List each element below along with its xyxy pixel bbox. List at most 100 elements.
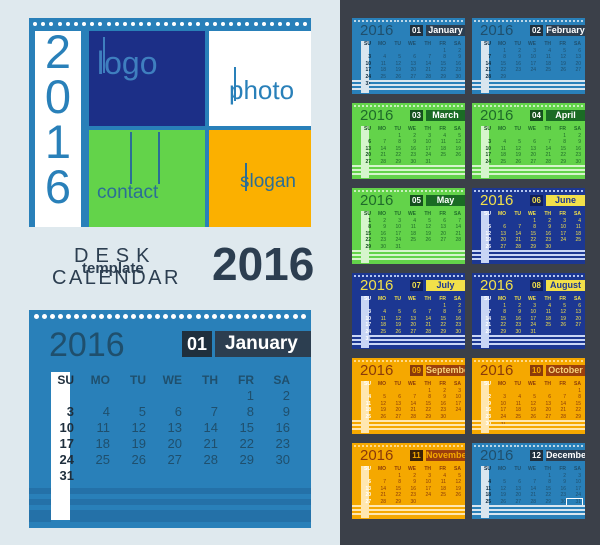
month-day-cell[interactable]: 2 — [402, 133, 417, 140]
month-day-cell[interactable]: 20 — [387, 407, 402, 414]
month-day-cell[interactable]: 26 — [552, 322, 567, 329]
month-day-cell[interactable]: 12 — [372, 401, 387, 408]
month-day-cell[interactable]: 9 — [552, 479, 567, 486]
month-day-cell[interactable]: 7 — [372, 479, 387, 486]
month-day-cell[interactable]: 2 — [567, 133, 582, 140]
month-day-cell[interactable]: 18 — [372, 67, 387, 74]
month-card-june[interactable]: 2016 06 June SU MO TU WE TH FR SA 1 2 3 4 5 6 7 8 9 10 11 12 1… — [472, 188, 585, 264]
month-day-cell[interactable]: 12 — [477, 231, 492, 238]
month-day-cell[interactable]: 26 — [447, 492, 462, 499]
month-day-cell[interactable]: 13 — [537, 401, 552, 408]
month-day-cell[interactable]: 18 — [477, 492, 492, 499]
month-day-cell[interactable]: 13 — [402, 316, 417, 323]
month-day-cell[interactable]: 14 — [552, 401, 567, 408]
month-day-cell[interactable]: 5 — [387, 54, 402, 61]
month-day-cell[interactable]: 7 — [477, 54, 492, 61]
month-day-cell[interactable]: 9 — [372, 224, 387, 231]
month-day-cell[interactable]: 18 — [372, 322, 387, 329]
month-day-cell[interactable]: 14 — [447, 224, 462, 231]
month-day-cell[interactable]: 8 — [417, 394, 432, 401]
month-day-cell[interactable]: 23 — [537, 237, 552, 244]
month-day-cell[interactable]: 20 — [402, 67, 417, 74]
month-day-cell[interactable]: 7 — [552, 394, 567, 401]
month-card-february[interactable]: 2016 02 February SU MO TU WE TH FR SA 1 2 3 4 5 6 7 8 9 10 1… — [472, 18, 585, 94]
month-day-cell[interactable]: 2 — [402, 473, 417, 480]
featured-day-cell[interactable]: 2 — [257, 388, 293, 404]
month-day-cell[interactable]: 16 — [477, 407, 492, 414]
month-day-cell[interactable]: 1 — [492, 48, 507, 55]
month-day-cell[interactable]: 5 — [552, 48, 567, 55]
month-day-cell[interactable]: 21 — [372, 152, 387, 159]
month-day-cell[interactable]: 4 — [537, 48, 552, 55]
month-day-cell[interactable]: 1 — [567, 388, 582, 395]
month-day-cell[interactable]: 6 — [507, 479, 522, 486]
month-day-cell[interactable]: 7 — [402, 394, 417, 401]
month-day-cell[interactable]: 6 — [402, 309, 417, 316]
month-day-cell[interactable]: 6 — [402, 54, 417, 61]
month-day-cell[interactable]: 27 — [567, 67, 582, 74]
featured-day-cell[interactable]: 26 — [113, 452, 149, 468]
month-day-cell[interactable]: 11 — [372, 61, 387, 68]
month-day-cell[interactable]: 4 — [372, 309, 387, 316]
month-day-cell[interactable]: 15 — [387, 146, 402, 153]
month-card-july[interactable]: 2016 07 July SU MO TU WE TH FR SA 1 2 3 4 5 6 7 8 9 10 11 12 1… — [352, 273, 465, 349]
month-day-cell[interactable]: 10 — [387, 224, 402, 231]
month-day-cell[interactable]: 8 — [492, 309, 507, 316]
month-day-cell[interactable]: 16 — [507, 61, 522, 68]
month-day-cell[interactable]: 10 — [417, 479, 432, 486]
month-day-cell[interactable]: 8 — [432, 54, 447, 61]
month-day-cell[interactable]: 26 — [552, 67, 567, 74]
month-day-cell[interactable]: 20 — [357, 152, 372, 159]
month-day-cell[interactable]: 6 — [357, 479, 372, 486]
featured-day-cell[interactable]: 13 — [149, 420, 185, 436]
month-day-cell[interactable]: 5 — [447, 473, 462, 480]
month-day-cell[interactable]: 20 — [537, 407, 552, 414]
month-card-september[interactable]: 201609SeptemberSUMOTUWETHFRSA12345678910… — [352, 358, 465, 434]
featured-day-cell[interactable]: 1 — [221, 388, 257, 404]
month-day-cell[interactable]: 17 — [522, 61, 537, 68]
featured-day-cell[interactable]: 25 — [77, 452, 113, 468]
month-day-cell[interactable]: 16 — [447, 61, 462, 68]
month-day-cell[interactable]: 17 — [552, 231, 567, 238]
month-day-cell[interactable]: 11 — [402, 224, 417, 231]
month-day-cell[interactable]: 5 — [372, 394, 387, 401]
month-day-cell[interactable]: 9 — [447, 54, 462, 61]
month-day-cell[interactable]: 7 — [447, 218, 462, 225]
month-day-cell[interactable]: 1 — [522, 218, 537, 225]
month-day-cell[interactable]: 10 — [522, 54, 537, 61]
month-day-cell[interactable]: 9 — [567, 139, 582, 146]
month-day-cell[interactable]: 21 — [447, 231, 462, 238]
month-day-cell[interactable]: 7 — [372, 139, 387, 146]
month-day-cell[interactable]: 17 — [567, 486, 582, 493]
month-day-cell[interactable]: 11 — [372, 316, 387, 323]
month-card-august[interactable]: 2016 08 August SU MO TU WE TH FR SA 1 2 3 4 5 6 7 8 9 10 11 1… — [472, 273, 585, 349]
month-day-cell[interactable]: 9 — [402, 139, 417, 146]
month-day-cell[interactable]: 4 — [372, 54, 387, 61]
month-day-cell[interactable]: 9 — [507, 54, 522, 61]
month-day-cell[interactable]: 20 — [357, 492, 372, 499]
month-day-cell[interactable]: 22 — [387, 152, 402, 159]
month-day-cell[interactable]: 12 — [417, 224, 432, 231]
month-day-cell[interactable]: 24 — [417, 152, 432, 159]
month-day-cell[interactable]: 6 — [387, 394, 402, 401]
month-day-cell[interactable]: 12 — [447, 139, 462, 146]
month-day-cell[interactable]: 1 — [387, 133, 402, 140]
month-day-cell[interactable]: 8 — [357, 224, 372, 231]
month-day-cell[interactable]: 6 — [522, 139, 537, 146]
featured-day-cell[interactable]: 8 — [221, 404, 257, 420]
month-day-cell[interactable]: 20 — [402, 322, 417, 329]
month-day-cell[interactable]: 24 — [522, 322, 537, 329]
month-day-cell[interactable]: 7 — [477, 309, 492, 316]
month-day-cell[interactable]: 13 — [402, 61, 417, 68]
month-day-cell[interactable]: 25 — [402, 237, 417, 244]
month-day-cell[interactable]: 8 — [387, 139, 402, 146]
month-day-cell[interactable]: 13 — [357, 486, 372, 493]
month-day-cell[interactable]: 18 — [432, 486, 447, 493]
month-day-cell[interactable]: 17 — [417, 146, 432, 153]
month-day-cell[interactable]: 15 — [492, 61, 507, 68]
month-day-cell[interactable]: 22 — [567, 407, 582, 414]
month-day-cell[interactable]: 8 — [387, 479, 402, 486]
month-day-cell[interactable]: 10 — [492, 401, 507, 408]
month-day-cell[interactable]: 1 — [432, 48, 447, 55]
month-day-cell[interactable]: 2 — [552, 473, 567, 480]
